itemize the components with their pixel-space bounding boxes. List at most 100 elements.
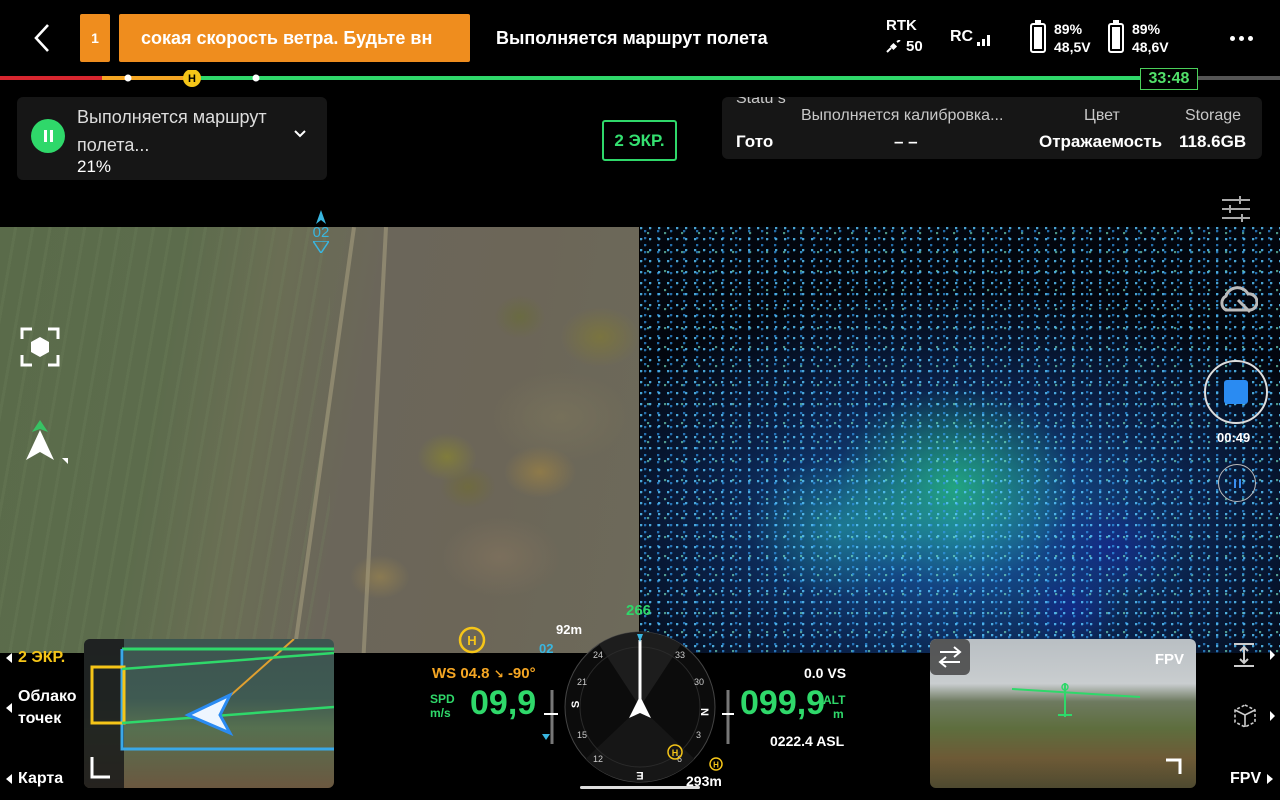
altitude-asl: 0222.4 ASL	[770, 733, 845, 749]
svg-text:3: 3	[696, 730, 701, 740]
color-value: Отражаемость	[1039, 132, 1163, 151]
sliders-icon[interactable]	[1220, 193, 1252, 225]
battery-2-percent: 89%	[1132, 21, 1161, 37]
stop-icon	[1224, 380, 1248, 404]
expand-corner-icon	[1166, 758, 1182, 774]
waypoint-up-icon	[316, 210, 326, 224]
altitude-limit-icon[interactable]	[1232, 642, 1276, 668]
battery-icon	[1030, 20, 1046, 53]
home-small-icon: H	[709, 757, 723, 771]
svg-text:33: 33	[675, 650, 685, 660]
status-label: Statu s	[736, 97, 786, 107]
fpv-thumbnail[interactable]: FPV	[930, 639, 1196, 788]
recording-time: 00:49	[1217, 430, 1251, 445]
chevron-down-icon[interactable]	[293, 129, 307, 139]
chevron-left-icon	[34, 24, 49, 52]
home-indicator-bar[interactable]	[580, 786, 700, 789]
point-cloud-view[interactable]	[640, 227, 1280, 653]
svg-text:12: 12	[593, 754, 603, 764]
cloud-point-icon[interactable]	[1216, 282, 1258, 318]
mission-status-card[interactable]: Выполняется маршрут полета... 21%	[17, 97, 327, 180]
storage-value: 118.6GB	[1179, 132, 1247, 151]
satellite-icon	[886, 39, 901, 53]
payload-info-panel[interactable]: Statu s Гото Выполняется калибровка... –…	[722, 97, 1262, 159]
arrow-left-icon	[6, 703, 12, 713]
dual-screen-button[interactable]: 2 ЭКР.	[602, 120, 677, 161]
speed-scale	[542, 690, 558, 744]
pause-recording-button[interactable]	[1218, 464, 1256, 502]
left-link-map[interactable]: Карта	[6, 770, 63, 788]
pause-icon	[43, 130, 47, 142]
heading-value: 266	[626, 602, 652, 619]
more-dots-icon	[1229, 35, 1235, 41]
storage-label: Storage	[1185, 107, 1242, 124]
svg-text:21: 21	[577, 677, 587, 687]
arrow-left-icon	[6, 774, 12, 784]
waypoint-down-icon	[313, 241, 329, 253]
mission-title: Выполняется маршрут полета...	[77, 107, 267, 155]
route-progress-bar: H	[0, 70, 1280, 88]
pause-mission-button[interactable]	[31, 119, 65, 153]
status-value: Гото	[736, 132, 774, 151]
vertical-speed: 0.0 VS	[804, 665, 847, 681]
svg-text:24: 24	[593, 650, 603, 660]
speed-label: SPD m/s	[430, 692, 455, 720]
color-label: Цвет	[1084, 107, 1120, 124]
wind-speed: WS 04.8 ↘ -90°	[432, 665, 536, 682]
rtk-status[interactable]: RTK 50	[886, 16, 923, 56]
aircraft-position-icon[interactable]	[22, 420, 70, 468]
stop-recording-button[interactable]	[1204, 360, 1268, 424]
pause-icon	[1233, 478, 1236, 488]
svg-text:30: 30	[694, 677, 704, 687]
fpv-thumb-label: FPV	[1154, 651, 1184, 668]
arrow-left-icon	[6, 653, 12, 663]
rc-signal[interactable]: RC	[950, 28, 993, 46]
battery-1-percent: 89%	[1054, 21, 1083, 37]
wind-direction: -90°	[507, 665, 536, 682]
top-bar: 1 сокая скорость ветра. Будьте вн Выполн…	[0, 0, 1280, 78]
svg-text:15: 15	[577, 730, 587, 740]
waypoint-label: 02	[312, 224, 330, 241]
altitude-label: ALT m	[823, 693, 846, 721]
back-button[interactable]	[24, 20, 60, 56]
remaining-flight-timer: 33:48	[1140, 68, 1198, 90]
horizontal-speed: 09,9	[470, 684, 537, 722]
right-link-fpv[interactable]: FPV	[1230, 770, 1274, 788]
calibration-value: – –	[894, 132, 918, 151]
focus-frame-icon[interactable]	[20, 327, 60, 367]
flight-status-text: Выполняется маршрут полета	[496, 28, 768, 48]
compass-dial: S N E 24 33 30 21 15 12 3 6 H	[564, 631, 716, 783]
waypoint-marker[interactable]: 02	[309, 210, 333, 253]
left-link-dual-screen[interactable]: 2 ЭКР.	[6, 649, 65, 667]
home-direction-icon: H	[458, 626, 486, 654]
left-link-point-cloud[interactable]: Облако точек	[6, 686, 84, 730]
route-markers: H	[124, 70, 260, 87]
battery-2[interactable]: 89% 48,6V	[1108, 20, 1169, 56]
rtk-satellite-count: 50	[906, 38, 923, 55]
cube-view-icon[interactable]	[1232, 702, 1276, 730]
rc-label: RC	[950, 28, 974, 45]
svg-text:H: H	[467, 633, 476, 648]
svg-text:S: S	[570, 701, 582, 708]
altitude-scale	[722, 690, 734, 744]
rgb-camera-view[interactable]	[0, 227, 639, 653]
svg-text:N: N	[698, 708, 710, 716]
signal-bars-icon	[977, 35, 991, 46]
route-point-marker	[252, 74, 260, 82]
battery-2-voltage: 48,6V	[1132, 39, 1169, 55]
rtk-label: RTK	[886, 17, 917, 34]
svg-text:H: H	[713, 761, 719, 770]
svg-text:E: E	[636, 769, 643, 781]
warning-banner[interactable]: сокая скорость ветра. Будьте вн	[119, 14, 470, 62]
battery-1[interactable]: 89% 48,5V	[1030, 20, 1091, 56]
home-marker-label: H	[188, 73, 196, 85]
battery-1-voltage: 48,5V	[1054, 39, 1091, 55]
route-point-marker	[124, 74, 132, 82]
minimap-thumbnail[interactable]	[84, 639, 334, 788]
mission-progress: 21%	[77, 157, 112, 176]
altitude-value: 099,9	[740, 684, 826, 722]
more-options-button[interactable]	[1226, 26, 1256, 50]
calibration-label: Выполняется калибровка...	[801, 107, 1004, 124]
arrow-right-icon	[1267, 774, 1274, 784]
warning-count-badge[interactable]: 1	[80, 14, 110, 62]
